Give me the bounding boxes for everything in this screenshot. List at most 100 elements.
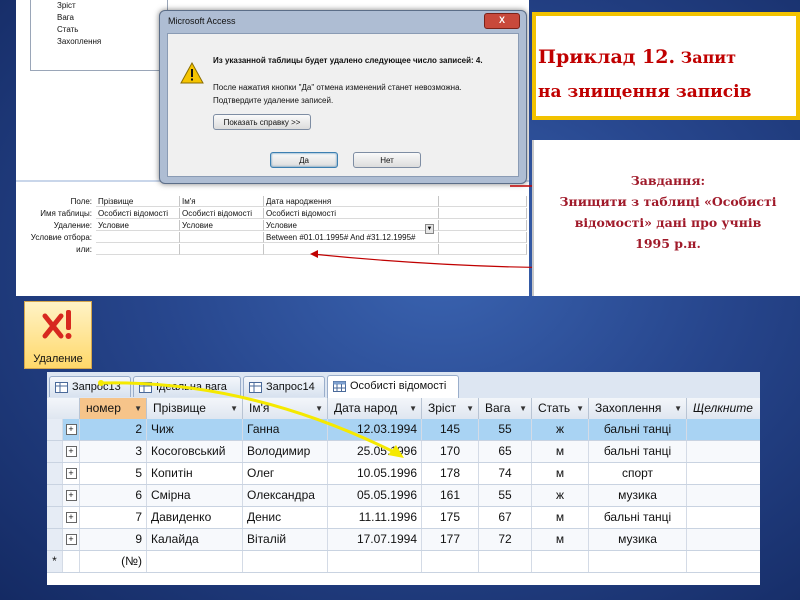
grid-delete-cell[interactable]: Условие (180, 220, 264, 231)
cell-hobby[interactable]: бальні танці (589, 507, 687, 528)
cell-hobby[interactable] (589, 551, 687, 572)
expand-plus-icon[interactable]: + (65, 424, 77, 436)
cell-sex[interactable]: м (532, 463, 589, 484)
tab-query13[interactable]: Запрос13 (49, 376, 131, 397)
col-header-birthdate[interactable]: Дата народ ▼ (328, 398, 422, 419)
cell-height[interactable]: 145 (422, 419, 479, 440)
grid-table-cell[interactable] (439, 208, 527, 219)
new-record-number[interactable]: (№) (80, 551, 147, 572)
cell-weight[interactable]: 67 (479, 507, 532, 528)
cell-sex[interactable]: ж (532, 485, 589, 506)
grid-or-cell[interactable] (180, 244, 264, 255)
grid-field-cell[interactable]: Ім'я (180, 196, 264, 207)
grid-field-cell[interactable]: Дата народження (264, 196, 439, 207)
col-header-height[interactable]: Зріст ▼ (422, 398, 479, 419)
grid-table-cell[interactable]: Особисті відомості (96, 208, 180, 219)
record-selector[interactable] (47, 485, 63, 506)
cell-name[interactable]: Олександра (243, 485, 328, 506)
grid-or-cell[interactable] (439, 244, 527, 255)
col-header-name[interactable]: Ім'я ▼ (243, 398, 328, 419)
cell-hobby[interactable]: бальні танці (589, 441, 687, 462)
expand-plus-icon[interactable]: + (65, 446, 77, 458)
cell-add-field[interactable] (687, 485, 760, 506)
cell-sex[interactable]: м (532, 507, 589, 528)
cell-surname[interactable] (147, 551, 243, 572)
col-header-number[interactable]: номер ▼ (80, 398, 147, 419)
table-row[interactable]: +6 Смірна Олександра 05.05.1996 161 55 ж музика (47, 485, 760, 507)
field-list-item[interactable]: Захоплення (31, 36, 167, 48)
cell-height[interactable]: 175 (422, 507, 479, 528)
cell-height[interactable]: 177 (422, 529, 479, 550)
cell-hobby[interactable]: спорт (589, 463, 687, 484)
cell-add-field[interactable] (687, 419, 760, 440)
cell-add-field[interactable] (687, 463, 760, 484)
sort-arrow-icon[interactable]: ▼ (134, 398, 142, 419)
tab-query14[interactable]: Запрос14 (243, 376, 325, 397)
tab-personal-info[interactable]: Особисті відомості (327, 375, 459, 398)
table-row[interactable]: +3 Косоговський Володимир 25.05.1996 170 65 м б… (47, 441, 760, 463)
expand-plus-icon[interactable]: + (65, 512, 77, 524)
sort-arrow-icon[interactable]: ▼ (519, 398, 527, 419)
sort-arrow-icon[interactable]: ▼ (230, 398, 238, 419)
table-row[interactable]: +9 Калайда Віталій 17.07.1994 177 72 м музика (47, 529, 760, 551)
cell-surname[interactable]: Чиж (147, 419, 243, 440)
grid-field-cell[interactable] (439, 196, 527, 207)
select-all-corner[interactable] (47, 398, 80, 419)
col-header-surname[interactable]: Прізвище ▼ (147, 398, 243, 419)
record-selector[interactable] (47, 441, 63, 462)
grid-delete-cell[interactable]: Условие (96, 220, 180, 231)
cell-weight[interactable]: 74 (479, 463, 532, 484)
cell-name[interactable]: Денис (243, 507, 328, 528)
grid-criteria-cell[interactable]: Between #01.01.1995# And #31.12.1995# (264, 232, 439, 243)
sort-arrow-icon[interactable]: ▼ (315, 398, 323, 419)
grid-criteria-cell[interactable] (96, 232, 180, 243)
cell-height[interactable]: 170 (422, 441, 479, 462)
cell-number[interactable]: 5 (80, 463, 147, 484)
cell-birthdate[interactable]: 05.05.1996 (328, 485, 422, 506)
cell-birthdate[interactable]: 12.03.1994 (328, 419, 422, 440)
cell-sex[interactable]: ж (532, 419, 589, 440)
cell-sex[interactable]: м (532, 441, 589, 462)
col-header-sex[interactable]: Стать ▼ (532, 398, 589, 419)
delete-query-button[interactable]: Удаление (24, 301, 92, 369)
cell-surname[interactable]: Косоговський (147, 441, 243, 462)
field-list-item[interactable]: Зріст (31, 0, 167, 12)
table-row[interactable]: +7 Давиденко Денис 11.11.1996 175 67 м бальні т… (47, 507, 760, 529)
cell-number[interactable]: 3 (80, 441, 147, 462)
cell-weight[interactable]: 55 (479, 485, 532, 506)
col-header-add-field[interactable]: Щелкните (687, 398, 760, 419)
no-button[interactable]: Нет (353, 152, 421, 168)
expand-plus-icon[interactable]: + (65, 468, 77, 480)
cell-name[interactable]: Ганна (243, 419, 328, 440)
grid-table-cell[interactable]: Особисті відомості (180, 208, 264, 219)
cell-hobby[interactable]: музика (589, 529, 687, 550)
record-selector[interactable] (47, 507, 63, 528)
table-row[interactable]: +2 Чиж Ганна 12.03.1994 145 55 ж бальні танці (47, 419, 760, 441)
cell-weight[interactable]: 72 (479, 529, 532, 550)
grid-criteria-cell[interactable] (180, 232, 264, 243)
new-record-row[interactable]: * (№) (47, 551, 760, 573)
cell-number[interactable]: 2 (80, 419, 147, 440)
cell-weight[interactable]: 55 (479, 419, 532, 440)
sort-arrow-icon[interactable]: ▼ (409, 398, 417, 419)
cell-sex[interactable]: м (532, 529, 589, 550)
tab-ideal-weight[interactable]: Ідеальна вага (133, 376, 241, 397)
field-list-item[interactable]: Вага (31, 12, 167, 24)
cell-height[interactable]: 178 (422, 463, 479, 484)
cell-sex[interactable] (532, 551, 589, 572)
cell-add-field[interactable] (687, 441, 760, 462)
cell-weight[interactable] (479, 551, 532, 572)
cell-hobby[interactable]: бальні танці (589, 419, 687, 440)
grid-or-cell[interactable] (264, 244, 439, 255)
grid-field-cell[interactable]: Прізвище (96, 196, 180, 207)
cell-birthdate[interactable]: 17.07.1994 (328, 529, 422, 550)
cell-add-field[interactable] (687, 507, 760, 528)
grid-criteria-cell[interactable] (439, 232, 527, 243)
close-button[interactable]: X (484, 13, 520, 29)
cell-birthdate[interactable]: 10.05.1996 (328, 463, 422, 484)
record-selector[interactable] (47, 419, 63, 440)
cell-birthdate[interactable]: 11.11.1996 (328, 507, 422, 528)
cell-number[interactable]: 9 (80, 529, 147, 550)
table-row[interactable]: +5 Копитін Олег 10.05.1996 178 74 м спорт (47, 463, 760, 485)
cell-height[interactable] (422, 551, 479, 572)
